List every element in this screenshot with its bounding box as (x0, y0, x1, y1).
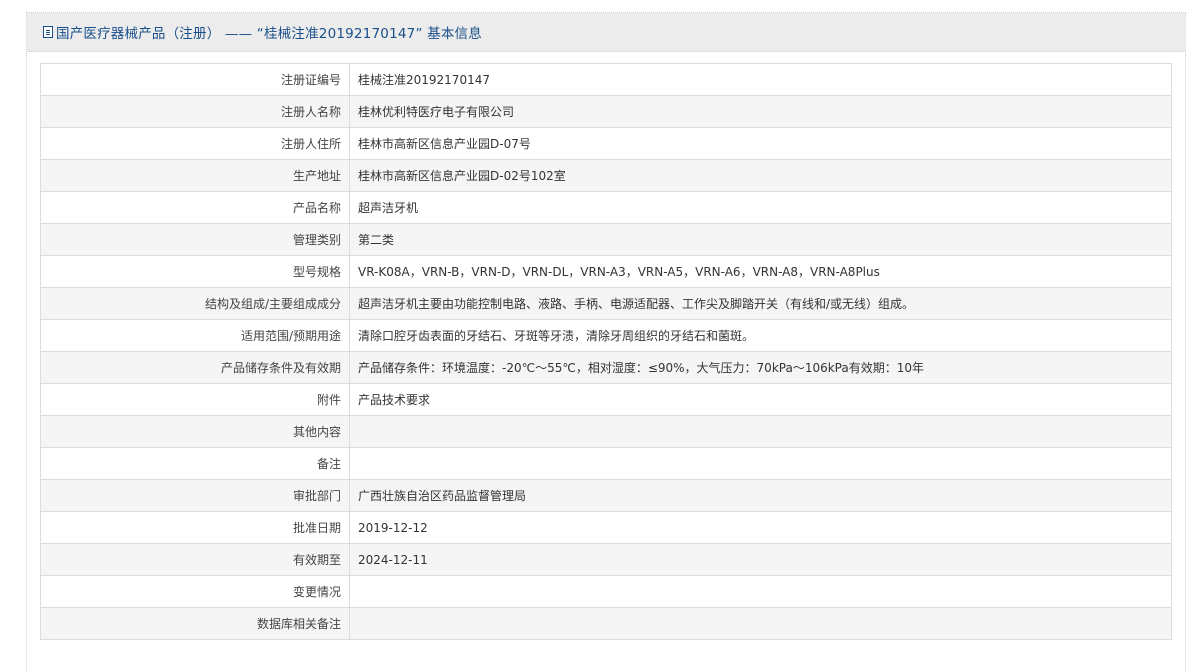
table-row: 附件 产品技术要求 (40, 383, 1172, 416)
row-label: 注册证编号 (40, 63, 350, 96)
table-row: 变更情况 (40, 575, 1172, 608)
row-label: 结构及组成/主要组成成分 (40, 287, 350, 320)
table-row: 注册人住所 桂林市高新区信息产业园D-07号 (40, 127, 1172, 160)
row-label: 注册人名称 (40, 95, 350, 128)
row-value (349, 575, 1172, 608)
table-row: 其他内容 (40, 415, 1172, 448)
row-value: 桂械注准20192170147 (349, 63, 1172, 96)
table-row: 产品名称 超声洁牙机 (40, 191, 1172, 224)
row-value: 产品技术要求 (349, 383, 1172, 416)
row-label: 管理类别 (40, 223, 350, 256)
table-row: 产品储存条件及有效期 产品储存条件：环境温度：-20℃～55℃，相对湿度：≤90%… (40, 351, 1172, 384)
table-row: 型号规格 VR-K08A，VRN-B，VRN-D，VRN-DL，VRN-A3，VR… (40, 255, 1172, 288)
row-value (349, 415, 1172, 448)
row-value: 2024-12-11 (349, 543, 1172, 576)
table-row: 审批部门 广西壮族自治区药品监督管理局 (40, 479, 1172, 512)
row-value: 产品储存条件：环境温度：-20℃～55℃，相对湿度：≤90%，大气压力：70kP… (349, 351, 1172, 384)
row-value (349, 447, 1172, 480)
row-label: 有效期至 (40, 543, 350, 576)
table-row: 注册人名称 桂林优利特医疗电子有限公司 (40, 95, 1172, 128)
table-row: 注册证编号 桂械注准20192170147 (40, 63, 1172, 96)
table-row: 生产地址 桂林市高新区信息产业园D-02号102室 (40, 159, 1172, 192)
table-row: 管理类别 第二类 (40, 223, 1172, 256)
table-row: 备注 (40, 447, 1172, 480)
row-value: VR-K08A，VRN-B，VRN-D，VRN-DL，VRN-A3，VRN-A5… (349, 255, 1172, 288)
table-row: 批准日期 2019-12-12 (40, 511, 1172, 544)
row-label: 备注 (40, 447, 350, 480)
row-value: 超声洁牙机 (349, 191, 1172, 224)
table-row: 适用范围/预期用途 清除口腔牙齿表面的牙结石、牙斑等牙渍，清除牙周组织的牙结石和菌… (40, 319, 1172, 352)
row-value: 广西壮族自治区药品监督管理局 (349, 479, 1172, 512)
row-value (349, 607, 1172, 640)
row-label: 批准日期 (40, 511, 350, 544)
row-label: 数据库相关备注 (40, 607, 350, 640)
info-table: 注册证编号 桂械注准20192170147 注册人名称 桂林优利特医疗电子有限公司 注册… (40, 63, 1172, 640)
table-row: 有效期至 2024-12-11 (40, 543, 1172, 576)
row-label: 注册人住所 (40, 127, 350, 160)
row-label: 变更情况 (40, 575, 350, 608)
row-value: 超声洁牙机主要由功能控制电路、液路、手柄、电源适配器、工作尖及脚踏开关（有线和/… (349, 287, 1172, 320)
row-label: 产品名称 (40, 191, 350, 224)
row-label: 型号规格 (40, 255, 350, 288)
row-label: 适用范围/预期用途 (40, 319, 350, 352)
row-label: 其他内容 (40, 415, 350, 448)
row-value: 桂林优利特医疗电子有限公司 (349, 95, 1172, 128)
row-label: 生产地址 (40, 159, 350, 192)
row-label: 产品储存条件及有效期 (40, 351, 350, 384)
row-value: 第二类 (349, 223, 1172, 256)
table-row: 数据库相关备注 (40, 607, 1172, 640)
panel-header: 国产医疗器械产品（注册） —— “桂械注准20192170147” 基本信息 (27, 13, 1185, 52)
row-value: 桂林市高新区信息产业园D-07号 (349, 127, 1172, 160)
document-icon (43, 26, 53, 38)
row-label: 审批部门 (40, 479, 350, 512)
table-row: 结构及组成/主要组成成分 超声洁牙机主要由功能控制电路、液路、手柄、电源适配器、工… (40, 287, 1172, 320)
row-value: 清除口腔牙齿表面的牙结石、牙斑等牙渍，清除牙周组织的牙结石和菌斑。 (349, 319, 1172, 352)
page-title: 国产医疗器械产品（注册） —— “桂械注准20192170147” 基本信息 (56, 26, 482, 42)
row-value: 桂林市高新区信息产业园D-02号102室 (349, 159, 1172, 192)
row-value: 2019-12-12 (349, 511, 1172, 544)
row-label: 附件 (40, 383, 350, 416)
